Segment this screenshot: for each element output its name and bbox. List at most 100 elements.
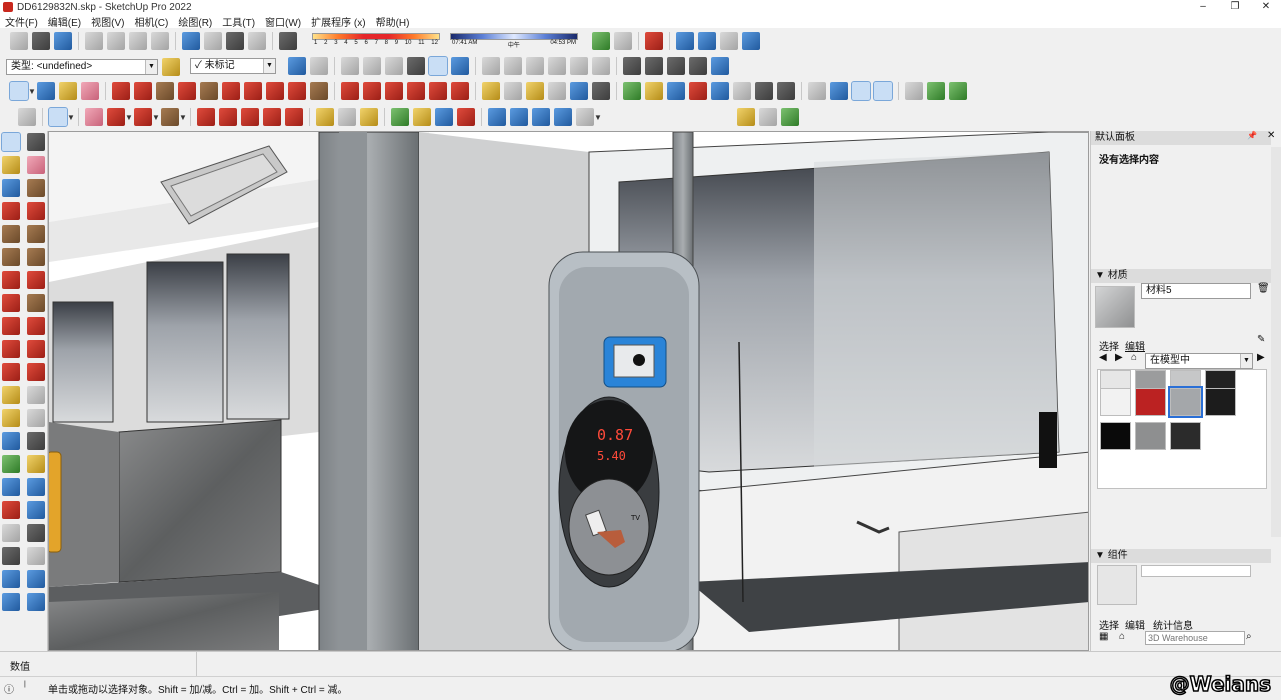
display-section-fill-icon[interactable]	[689, 57, 707, 75]
paint-bucket-icon[interactable]	[360, 108, 378, 126]
freehand-icon[interactable]	[134, 82, 152, 100]
eraser-icon[interactable]	[81, 82, 99, 100]
entity-type-dropdown[interactable]: 类型: <undefined> ▼	[6, 59, 158, 75]
materials-header[interactable]: ▼ 材质	[1091, 269, 1271, 283]
rectangle-icon[interactable]	[2, 225, 20, 243]
material-swatch[interactable]	[1135, 388, 1166, 416]
walk-icon[interactable]	[777, 82, 795, 100]
menu-view[interactable]: 视图(V)	[86, 14, 129, 29]
eyedropper-icon[interactable]: ✎	[1257, 334, 1265, 345]
zoom-window-icon[interactable]	[711, 82, 729, 100]
components-tab-stats[interactable]: 统计信息	[1153, 617, 1193, 632]
components-tab-edit[interactable]: 编辑	[1125, 617, 1145, 632]
make-component-icon[interactable]	[37, 82, 55, 100]
tray-scrollbar[interactable]	[1271, 147, 1281, 537]
tape-measure-icon[interactable]	[2, 386, 20, 404]
material-swatch-selected[interactable]	[1168, 386, 1203, 418]
section-extra-icon[interactable]	[711, 57, 729, 75]
extension-manager-icon[interactable]	[27, 593, 45, 611]
look-around-icon[interactable]	[27, 524, 45, 542]
components-header[interactable]: ▼ 组件	[1091, 549, 1271, 563]
pan-icon[interactable]	[27, 455, 45, 473]
layout-icon[interactable]	[742, 32, 760, 50]
scale-icon[interactable]	[285, 108, 303, 126]
position-camera-icon[interactable]	[733, 82, 751, 100]
shadow-month-slider[interactable]: 1 2 3 4 5 6 7 8 9 10 11 12	[312, 33, 440, 51]
dimension-icon[interactable]	[504, 82, 522, 100]
tag-dropdown[interactable]: ✓ 未标记 ▼	[190, 58, 276, 74]
copy-icon[interactable]	[107, 32, 125, 50]
chevron-down-icon[interactable]: ▼	[28, 87, 36, 96]
tape-measure-icon[interactable]	[316, 108, 334, 126]
search-icon[interactable]: ⌕	[1246, 631, 1252, 642]
tag-tool-icon[interactable]	[27, 179, 45, 197]
menu-help[interactable]: 帮助(H)	[371, 14, 415, 29]
pie-icon[interactable]	[310, 82, 328, 100]
materials-tab-edit[interactable]: 编辑	[1125, 338, 1145, 353]
zoom-icon[interactable]	[2, 478, 20, 496]
display-section-planes-icon[interactable]	[645, 57, 663, 75]
push-pull-icon[interactable]	[197, 108, 215, 126]
shaded-textures-icon[interactable]	[407, 57, 425, 75]
sandbox-icon[interactable]	[645, 32, 663, 50]
shadow-time-slider[interactable]: 07:41 AM 中午 04:53 PM	[450, 33, 578, 51]
model-viewport[interactable]: 0.87 5.40 TV	[48, 131, 1089, 651]
extension-warehouse-icon[interactable]	[510, 108, 528, 126]
maximize-button[interactable]: ❐	[1220, 0, 1250, 14]
erase-icon[interactable]	[151, 32, 169, 50]
text-icon[interactable]	[27, 409, 45, 427]
rotate-icon[interactable]	[2, 340, 20, 358]
push-pull-icon[interactable]	[27, 317, 45, 335]
material-swatch[interactable]	[1205, 388, 1236, 416]
sandbox-stamp-icon[interactable]	[851, 81, 871, 101]
undo-icon[interactable]	[182, 32, 200, 50]
search-icon[interactable]	[18, 108, 36, 126]
material-swatch[interactable]	[1135, 422, 1166, 450]
left-view-icon[interactable]	[592, 57, 610, 75]
select-arrow-icon[interactable]	[48, 107, 68, 127]
zoom-extents-icon[interactable]	[2, 501, 20, 519]
share-model-icon[interactable]	[698, 32, 716, 50]
redo-icon[interactable]	[204, 32, 222, 50]
chevron-down-icon[interactable]: ▼	[594, 113, 602, 122]
menu-extensions[interactable]: 扩展程序 (x)	[306, 14, 370, 29]
offset-icon[interactable]	[451, 82, 469, 100]
move-icon[interactable]	[341, 82, 359, 100]
section-plane-icon[interactable]	[27, 547, 45, 565]
eraser-icon[interactable]	[27, 156, 45, 174]
front-view-icon[interactable]	[526, 57, 544, 75]
print-icon[interactable]	[226, 32, 244, 50]
back-edges-icon[interactable]	[310, 57, 328, 75]
shadow-toggle-icon[interactable]	[279, 32, 297, 50]
rectangle-icon[interactable]	[161, 108, 179, 126]
extension-warehouse-icon[interactable]	[720, 32, 738, 50]
circle-icon[interactable]	[2, 248, 20, 266]
scale-icon[interactable]	[2, 363, 20, 381]
make-component-icon[interactable]	[2, 179, 20, 197]
axes-icon[interactable]	[570, 82, 588, 100]
paint-bucket-icon[interactable]	[162, 58, 180, 76]
material-name-field[interactable]: 材料5	[1141, 283, 1251, 299]
tape-measure-icon[interactable]	[482, 82, 500, 100]
line-icon[interactable]	[2, 202, 20, 220]
layers-icon[interactable]	[532, 108, 550, 126]
zoom-extents-icon[interactable]	[689, 82, 707, 100]
pie-icon[interactable]	[27, 294, 45, 312]
sandbox-smoove-icon[interactable]	[830, 82, 848, 100]
protractor-icon[interactable]	[526, 82, 544, 100]
warehouse-icon[interactable]	[488, 108, 506, 126]
eraser-icon[interactable]	[85, 108, 103, 126]
top-view-icon[interactable]	[504, 57, 522, 75]
component-box-icon[interactable]	[737, 108, 755, 126]
zoom-window-icon[interactable]	[27, 478, 45, 496]
three-point-arc-icon[interactable]	[288, 82, 306, 100]
two-point-arc-icon[interactable]	[27, 271, 45, 289]
solid-tools-icon[interactable]	[905, 82, 923, 100]
arc-icon[interactable]	[2, 271, 20, 289]
scale-icon[interactable]	[429, 82, 447, 100]
component-box-icon[interactable]	[759, 108, 777, 126]
menu-camera[interactable]: 相机(C)	[129, 14, 173, 29]
home-icon[interactable]: ⌂	[1119, 631, 1125, 642]
component-box-icon[interactable]	[781, 108, 799, 126]
forward-arrow-icon[interactable]: ▶	[1115, 352, 1123, 363]
